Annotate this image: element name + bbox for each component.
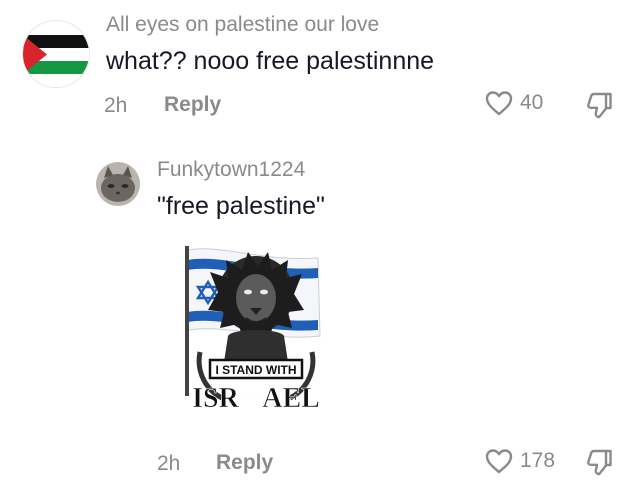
reply-button[interactable]: Reply	[216, 451, 273, 475]
cat-avatar-icon	[96, 162, 140, 206]
like-button[interactable]: 40	[484, 89, 543, 117]
comment-2: Funkytown1224 "free palestine" I STAND W…	[0, 140, 640, 490]
like-count: 40	[520, 91, 544, 114]
reply-button[interactable]: Reply	[164, 93, 221, 117]
like-button[interactable]: 178	[484, 447, 555, 475]
thumbs-down-icon	[587, 449, 612, 476]
comment-text: what?? nooo free palestinnne	[106, 47, 435, 75]
heart-icon	[485, 449, 513, 474]
avatar-cat[interactable]	[96, 162, 140, 206]
comment-username[interactable]: Funkytown1224	[157, 158, 305, 182]
like-count: 178	[520, 449, 556, 472]
comment-1: All eyes on palestine our love what?? no…	[0, 0, 640, 130]
sticker-line2: ISR✡AEL	[192, 383, 320, 414]
sticker-line1: I STAND WITH	[215, 363, 296, 377]
palestine-flag-icon	[23, 21, 89, 87]
comment-text: "free palestine"	[157, 192, 325, 220]
comment-timestamp: 2h	[157, 452, 181, 475]
avatar-palestine-flag[interactable]	[22, 20, 90, 88]
dislike-button[interactable]	[584, 447, 616, 484]
dislike-button[interactable]	[584, 90, 616, 127]
lion-flag-image: I STAND WITH ISR✡AEL	[185, 246, 321, 414]
heart-icon	[485, 91, 513, 116]
israel-lion-sticker[interactable]: I STAND WITH ISR✡AEL	[152, 232, 356, 432]
comment-username[interactable]: All eyes on palestine our love	[106, 13, 379, 37]
thumbs-down-icon	[587, 92, 612, 119]
comment-timestamp: 2h	[104, 94, 128, 117]
